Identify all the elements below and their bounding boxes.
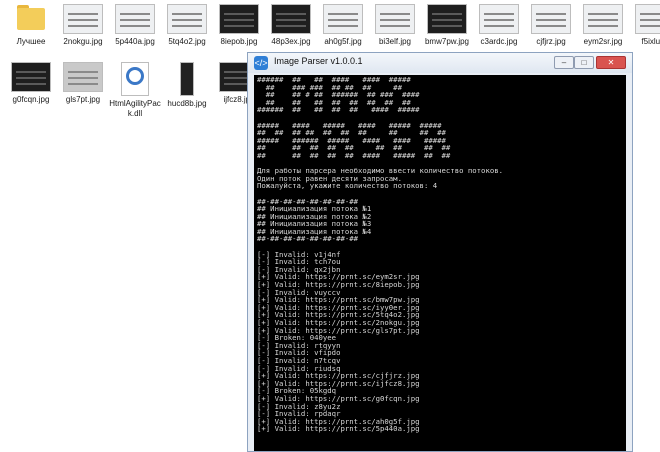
- desktop-file-label: eym2sr.jpg: [583, 37, 623, 46]
- console-output[interactable]: ###### ## ## #### #### ##### ## ### ### …: [254, 75, 626, 451]
- desktop-file-r1-4[interactable]: 8iepob.jpg: [211, 4, 267, 47]
- image-thumbnail-icon: [115, 4, 155, 34]
- desktop-file-label: HtmlAgilityPack.dll: [109, 99, 161, 118]
- desktop-file-label: f5ixlu.jp: [641, 37, 660, 46]
- image-thumbnail-icon: [219, 4, 259, 34]
- desktop-file-r1-9[interactable]: c3ardc.jpg: [471, 4, 527, 47]
- desktop-file-label: hucd8b.jpg: [167, 99, 207, 108]
- desktop-file-r2-1[interactable]: gls7pt.jpg: [55, 62, 111, 105]
- desktop-file-r1-3[interactable]: 5tq4o2.jpg: [159, 4, 215, 47]
- desktop-file-label: c3ardc.jpg: [480, 37, 518, 46]
- desktop-file-r1-6[interactable]: ah0g5f.jpg: [315, 4, 371, 47]
- desktop-file-r2-0[interactable]: g0fcqn.jpg: [3, 62, 59, 105]
- image-thumbnail-icon: [531, 4, 571, 34]
- desktop-file-label: 5p440a.jpg: [115, 37, 155, 46]
- desktop-file-label: gls7pt.jpg: [65, 95, 101, 104]
- desktop-file-label: g0fcqn.jpg: [12, 95, 50, 104]
- image-thumbnail-icon: [323, 4, 363, 34]
- window-title: Image Parser v1.0.0.1: [274, 56, 363, 66]
- desktop-file-r1-10[interactable]: cjfjrz.jpg: [523, 4, 579, 47]
- image-thumbnail-icon: [375, 4, 415, 34]
- image-thumbnail-icon: [271, 4, 311, 34]
- desktop-file-r1-5[interactable]: 48p3ex.jpg: [263, 4, 319, 47]
- desktop-file-r1-2[interactable]: 5p440a.jpg: [107, 4, 163, 47]
- desktop-file-r1-12[interactable]: f5ixlu.jp: [627, 4, 660, 47]
- image-thumbnail-icon: [180, 62, 194, 96]
- desktop-file-label: 2nokgu.jpg: [63, 37, 103, 46]
- image-thumbnail-icon: [167, 4, 207, 34]
- desktop-file-label: Лучшее: [16, 37, 46, 46]
- desktop-file-label: bi3elf.jpg: [378, 37, 412, 46]
- maximize-button[interactable]: □: [574, 56, 594, 69]
- app-code-icon: </>: [254, 56, 268, 70]
- minimize-button[interactable]: –: [554, 56, 574, 69]
- desktop-file-label: 8iepob.jpg: [220, 37, 258, 46]
- image-thumbnail-icon: [63, 4, 103, 34]
- dll-file-icon: [121, 62, 149, 96]
- desktop-file-r1-7[interactable]: bi3elf.jpg: [367, 4, 423, 47]
- desktop-file-label: ah0g5f.jpg: [324, 37, 362, 46]
- desktop-file-label: cjfjrz.jpg: [536, 37, 566, 46]
- image-parser-window[interactable]: </> Image Parser v1.0.0.1 – □ ✕ ###### #…: [247, 52, 633, 452]
- desktop-file-r1-0[interactable]: Лучшее: [3, 4, 59, 47]
- desktop-file-label: bmw7pw.jpg: [424, 37, 470, 46]
- desktop-file-r2-2[interactable]: HtmlAgilityPack.dll: [107, 62, 163, 119]
- folder-icon: [11, 4, 51, 34]
- image-thumbnail-icon: [635, 4, 660, 34]
- image-thumbnail-icon: [427, 4, 467, 34]
- desktop-file-r1-11[interactable]: eym2sr.jpg: [575, 4, 631, 47]
- image-thumbnail-icon: [11, 62, 51, 92]
- image-thumbnail-icon: [63, 62, 103, 92]
- console-text: ###### ## ## #### #### ##### ## ### ### …: [257, 75, 504, 434]
- desktop-file-r1-8[interactable]: bmw7pw.jpg: [419, 4, 475, 47]
- image-thumbnail-icon: [479, 4, 519, 34]
- window-titlebar[interactable]: </> Image Parser v1.0.0.1 – □ ✕: [248, 53, 632, 73]
- desktop-file-r1-1[interactable]: 2nokgu.jpg: [55, 4, 111, 47]
- desktop-file-label: 48p3ex.jpg: [271, 37, 311, 46]
- desktop-file-label: 5tq4o2.jpg: [168, 37, 206, 46]
- close-button[interactable]: ✕: [596, 56, 626, 69]
- desktop-file-r2-3[interactable]: hucd8b.jpg: [159, 62, 215, 109]
- image-thumbnail-icon: [583, 4, 623, 34]
